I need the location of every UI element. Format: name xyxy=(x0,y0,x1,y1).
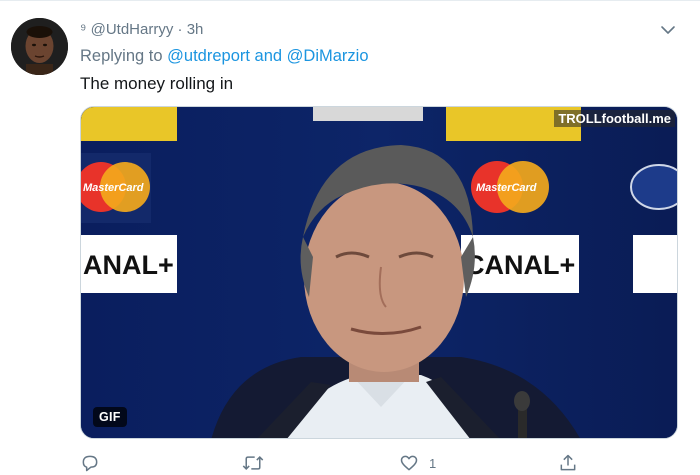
chevron-down-icon[interactable] xyxy=(660,24,676,36)
time-separator: · xyxy=(177,21,183,38)
canal-text-right: CANAL+ xyxy=(465,250,575,280)
sponsor-text-right: MasterCard xyxy=(476,182,537,194)
top-divider xyxy=(0,0,700,1)
gif-media[interactable]: MasterCard ANAL+ MasterCard CANAL+ TROLL… xyxy=(80,106,678,439)
canal-text-left: ANAL+ xyxy=(83,250,174,280)
retweet-icon xyxy=(242,455,264,471)
like-action[interactable]: 1 xyxy=(399,452,436,474)
tweet-actions: 1 xyxy=(80,452,680,474)
share-icon xyxy=(560,454,576,471)
tweet-header: ⁹ @UtdHarryy · 3h xyxy=(80,21,203,38)
sponsor-text-left: MasterCard xyxy=(83,182,144,194)
share-action[interactable] xyxy=(558,452,588,474)
watermark-text: TROLLfootball.me xyxy=(554,110,675,127)
avatar-image xyxy=(11,18,68,75)
like-count: 1 xyxy=(429,455,437,471)
gif-badge: GIF xyxy=(93,407,127,427)
mention-link-dimarzio[interactable]: @DiMarzio xyxy=(287,47,369,65)
replying-to-label: Replying to xyxy=(80,47,163,65)
user-handle[interactable]: @UtdHarryy xyxy=(91,21,174,38)
gif-frame: MasterCard ANAL+ MasterCard CANAL+ xyxy=(81,107,677,438)
tweet-text: The money rolling in xyxy=(80,74,234,93)
replying-to: Replying to @utdreport and @DiMarzio xyxy=(80,47,369,66)
reply-icon xyxy=(82,455,98,472)
tweet-time[interactable]: 3h xyxy=(187,21,204,38)
mention-link-utdreport[interactable]: @utdreport xyxy=(167,47,250,65)
reply-rank: ⁹ xyxy=(80,21,87,38)
avatar[interactable] xyxy=(11,18,68,75)
heart-icon xyxy=(400,455,418,471)
mention-and[interactable]: and xyxy=(255,47,283,65)
reply-action[interactable] xyxy=(80,452,110,474)
retweet-action[interactable] xyxy=(242,452,274,474)
